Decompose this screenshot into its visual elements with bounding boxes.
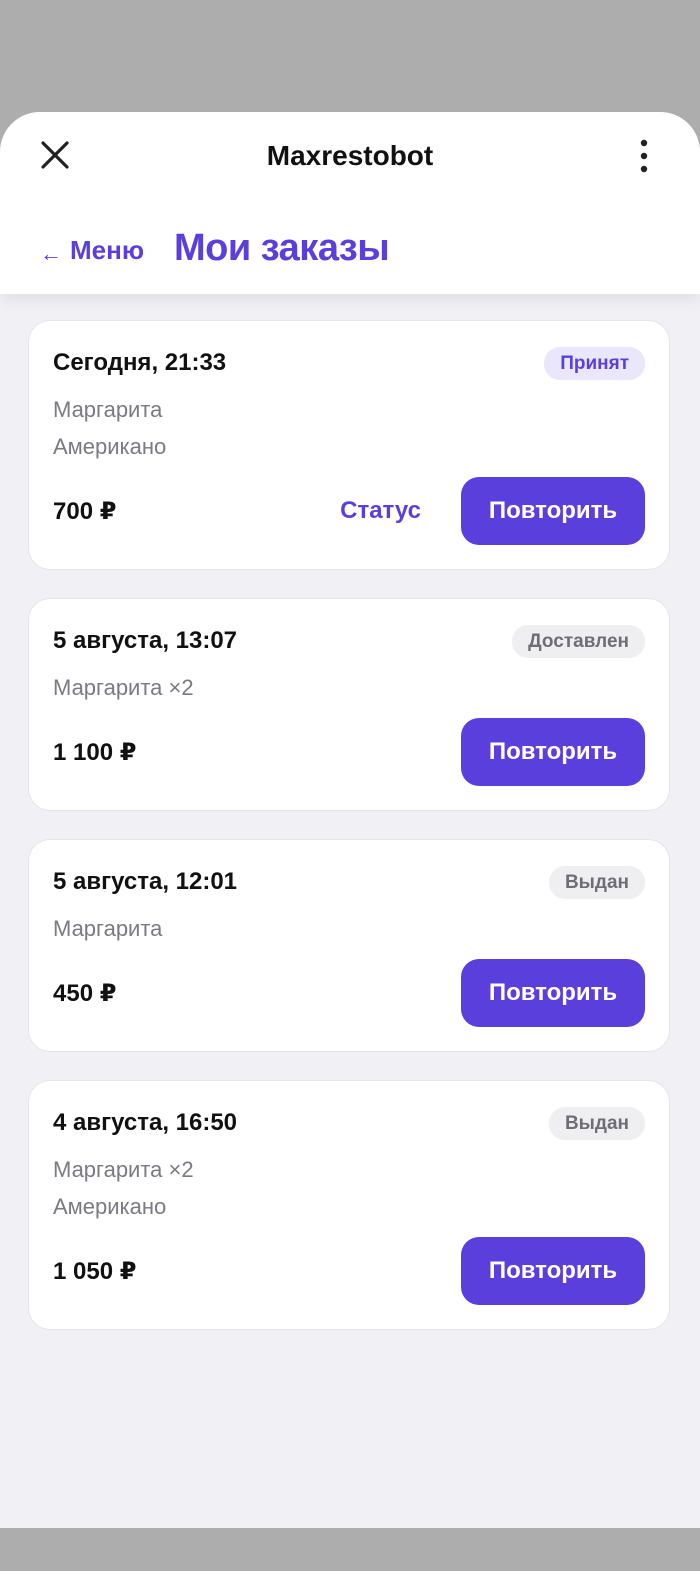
app-header: Maxrestobot ← Меню Мои заказы (0, 112, 700, 294)
vertical-dots-icon (640, 139, 648, 173)
repeat-order-button[interactable]: Повторить (461, 718, 645, 786)
order-card: 4 августа, 16:50 Выдан Маргарита ×2 Амер… (28, 1080, 670, 1330)
order-item: Маргарита (53, 916, 163, 941)
status-badge: Выдан (548, 865, 645, 899)
orders-list: Сегодня, 21:33 Принят Маргарита Американ… (28, 320, 670, 1358)
order-card: 5 августа, 13:07 Доставлен Маргарита ×2 … (28, 598, 670, 811)
order-card: Сегодня, 21:33 Принят Маргарита Американ… (28, 320, 670, 570)
more-options-button[interactable] (626, 134, 662, 178)
back-to-menu-link[interactable]: ← Меню (40, 230, 144, 272)
app-title: Maxrestobot (266, 140, 434, 171)
order-date: Сегодня, 21:33 (53, 349, 227, 376)
order-item: Американо (53, 1194, 167, 1219)
order-status-link[interactable]: Статус (340, 497, 421, 525)
bot-webapp-sheet: Maxrestobot ← Меню Мои заказы Сегодня, 21… (0, 112, 700, 1528)
back-arrow-icon: ← (40, 241, 62, 266)
order-date: 5 августа, 12:01 (53, 868, 238, 895)
repeat-order-button[interactable]: Повторить (461, 1237, 645, 1305)
order-price: 1 050 ₽ (53, 1257, 137, 1285)
order-price: 450 ₽ (53, 979, 117, 1007)
order-price: 1 100 ₽ (53, 738, 137, 766)
close-icon (41, 141, 69, 169)
repeat-order-button[interactable]: Повторить (461, 477, 645, 545)
order-item: Американо (53, 434, 167, 459)
page-title: Мои заказы (174, 227, 390, 269)
order-price: 700 ₽ (53, 497, 117, 525)
order-card: 5 августа, 12:01 Выдан Маргарита 450 ₽ П… (28, 839, 670, 1052)
status-badge: Принят (544, 346, 645, 380)
repeat-order-button[interactable]: Повторить (461, 959, 645, 1027)
order-item: Маргарита ×2 (53, 1157, 194, 1182)
status-badge: Выдан (548, 1106, 645, 1140)
system-navigation-bar (0, 1528, 700, 1571)
order-item: Маргарита ×2 (53, 675, 194, 700)
back-link-label: Меню (70, 235, 145, 265)
status-badge: Доставлен (512, 624, 645, 658)
order-date: 4 августа, 16:50 (53, 1109, 238, 1136)
order-item: Маргарита (53, 397, 163, 422)
order-date: 5 августа, 13:07 (53, 627, 238, 654)
close-button[interactable] (34, 134, 76, 176)
